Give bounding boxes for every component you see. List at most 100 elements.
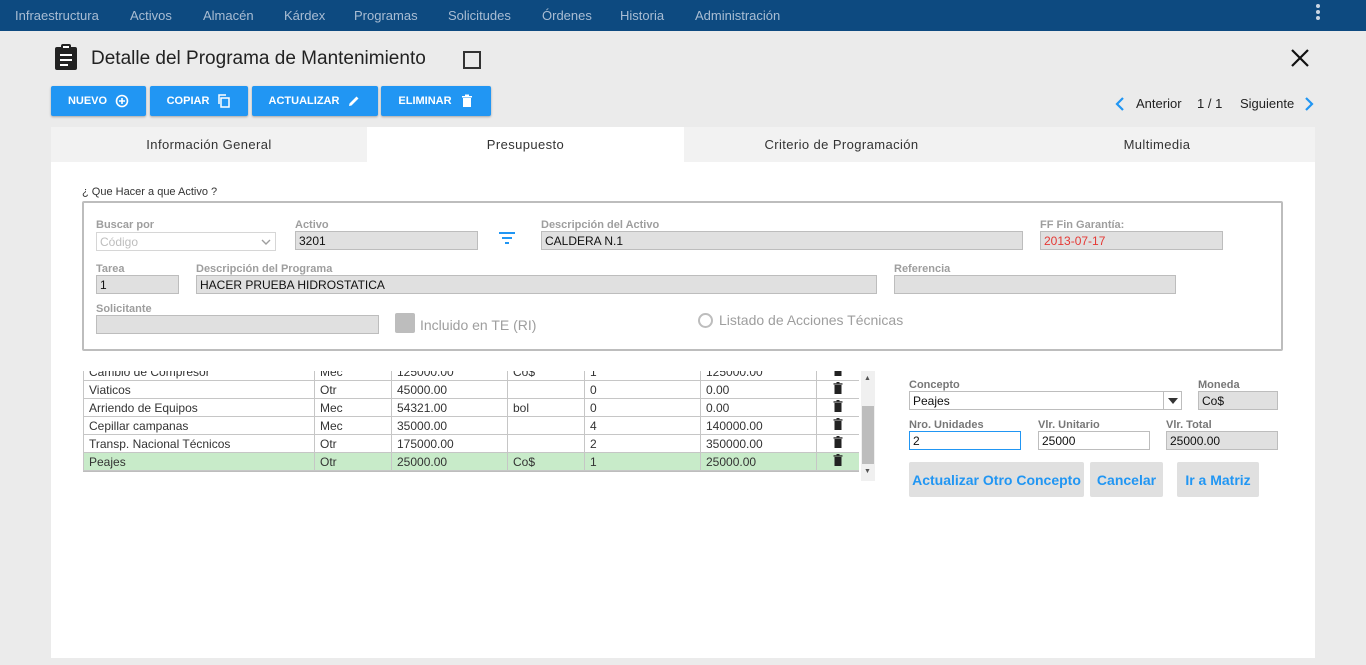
tab-multimedia[interactable]: Multimedia xyxy=(999,127,1315,162)
table-cell: 0.00 xyxy=(700,380,817,399)
concepto-label: Concepto xyxy=(909,379,960,391)
caret-down-icon xyxy=(1168,398,1178,404)
nuevo-label: NUEVO xyxy=(67,95,108,107)
table-cell: 54321.00 xyxy=(391,398,508,417)
activo-label: Activo xyxy=(295,219,329,231)
scroll-up-arrow[interactable]: ▲ xyxy=(864,375,871,382)
incluido-label: Incluido en TE (RI) xyxy=(420,317,537,333)
referencia-field[interactable] xyxy=(894,275,1176,294)
chevron-left-icon[interactable] xyxy=(1114,96,1126,112)
actualizar-concepto-button[interactable]: Actualizar Otro Concepto xyxy=(909,462,1084,497)
pencil-icon xyxy=(349,96,359,106)
table-cell: Transp. Nacional Técnicos xyxy=(83,434,315,453)
table-row[interactable]: Viaticos Otr 45000.00 0 0.00 xyxy=(83,380,859,399)
table-cell: 175000.00 xyxy=(391,434,508,453)
table-cell: 4 xyxy=(584,416,701,435)
nav-item-historia[interactable]: Historia xyxy=(620,8,664,23)
siguiente-link[interactable]: Siguiente xyxy=(1240,96,1294,111)
tab-presupuesto[interactable]: Presupuesto xyxy=(367,127,684,162)
more-vert-icon[interactable] xyxy=(1316,4,1324,24)
desc-programa-label: Descripción del Programa xyxy=(196,263,333,275)
add-circle-icon xyxy=(115,94,129,108)
concepto-dropdown-button[interactable] xyxy=(1163,392,1181,409)
unitario-field[interactable]: 25000 xyxy=(1038,431,1150,450)
table-row[interactable]: Transp. Nacional Técnicos Otr 175000.00 2 35… xyxy=(83,434,859,453)
copiar-button[interactable]: COPIAR xyxy=(150,86,248,116)
chevron-right-icon[interactable] xyxy=(1303,96,1315,112)
total-field[interactable]: 25000.00 xyxy=(1166,431,1278,450)
eliminar-button[interactable]: ELIMINAR xyxy=(381,86,491,116)
table-cell xyxy=(507,416,585,435)
clipboard-icon xyxy=(55,44,77,70)
solicitante-label: Solicitante xyxy=(96,303,152,315)
nav-item-ordenes[interactable]: Órdenes xyxy=(542,8,592,23)
fieldset-legend: ¿ Que Hacer a que Activo ? xyxy=(82,186,218,198)
tarea-field[interactable]: 1 xyxy=(96,275,179,294)
desc-activo-field[interactable]: CALDERA N.1 xyxy=(541,231,1023,250)
eliminar-label: ELIMINAR xyxy=(398,95,452,107)
referencia-label: Referencia xyxy=(894,263,951,275)
concepto-select[interactable]: Peajes xyxy=(909,391,1182,410)
table-cell: Otr xyxy=(314,380,392,399)
trash-icon[interactable] xyxy=(833,454,843,466)
title-checkbox[interactable] xyxy=(463,51,481,69)
unidades-field[interactable]: 2 xyxy=(909,431,1021,450)
listado-label: Listado de Acciones Técnicas xyxy=(719,312,904,328)
tab-criterio-programacion[interactable]: Criterio de Programación xyxy=(684,127,999,162)
table-cell: 2 xyxy=(584,434,701,453)
table-cell: Cambio de Compresor xyxy=(83,371,315,381)
table-row[interactable]: Peajes Otr 25000.00 Co$ 1 25000.00 xyxy=(83,452,859,471)
incluido-checkbox[interactable] xyxy=(395,313,415,333)
table-cell: Otr xyxy=(314,434,392,453)
nav-item-kardex[interactable]: Kárdex xyxy=(284,8,325,23)
moneda-field[interactable]: Co$ xyxy=(1198,391,1278,410)
anterior-link[interactable]: Anterior xyxy=(1136,96,1182,111)
nav-item-almacen[interactable]: Almacén xyxy=(203,8,254,23)
scroll-down-arrow[interactable]: ▼ xyxy=(864,468,871,475)
top-nav: Infraestructura Activos Almacén Kárdex P… xyxy=(0,0,1366,31)
table-row[interactable]: Cambio de Compresor Mec 125000.00 Co$ 1 12500… xyxy=(83,371,859,381)
nav-item-programas[interactable]: Programas xyxy=(354,8,418,23)
nav-item-solicitudes[interactable]: Solicitudes xyxy=(448,8,511,23)
nuevo-button[interactable]: NUEVO xyxy=(51,86,146,116)
table-cell: 0 xyxy=(584,380,701,399)
page-title: Detalle del Programa de Mantenimiento xyxy=(91,48,426,69)
table-cell: 125000.00 xyxy=(700,371,817,381)
trash-icon[interactable] xyxy=(833,418,843,430)
nav-item-activos[interactable]: Activos xyxy=(130,8,172,23)
table-cell: 0 xyxy=(584,398,701,417)
cancelar-button[interactable]: Cancelar xyxy=(1090,462,1163,497)
nav-item-administracion[interactable]: Administración xyxy=(695,8,780,23)
trash-icon[interactable] xyxy=(833,436,843,448)
buscar-por-select[interactable]: Código xyxy=(96,232,276,251)
table-cell-action xyxy=(816,416,859,435)
tab-informacion-general[interactable]: Información General xyxy=(51,127,367,162)
table-cell: 350000.00 xyxy=(700,434,817,453)
solicitante-field[interactable] xyxy=(96,315,379,334)
listado-radio[interactable] xyxy=(698,313,713,328)
actualizar-button[interactable]: ACTUALIZAR xyxy=(252,86,378,116)
trash-icon[interactable] xyxy=(833,400,843,412)
ir-a-matriz-button[interactable]: Ir a Matriz xyxy=(1177,462,1259,497)
table-cell: Arriendo de Equipos xyxy=(83,398,315,417)
copiar-label: COPIAR xyxy=(166,95,210,107)
trash-icon[interactable] xyxy=(833,382,843,394)
scroll-thumb[interactable] xyxy=(862,406,874,464)
trash-icon[interactable] xyxy=(833,371,843,376)
table-cell: Mec xyxy=(314,371,392,381)
table-scrollbar[interactable]: ▲ ▼ xyxy=(861,371,875,481)
table-cell xyxy=(507,380,585,399)
desc-programa-field[interactable]: HACER PRUEBA HIDROSTATICA xyxy=(196,275,877,294)
table-cell: 25000.00 xyxy=(391,452,508,471)
ff-garantia-field[interactable]: 2013-07-17 xyxy=(1040,231,1223,250)
filter-icon[interactable] xyxy=(498,231,516,245)
table-row[interactable]: Cepillar campanas Mec 35000.00 4 140000.00 xyxy=(83,416,859,435)
tarea-label: Tarea xyxy=(96,263,125,275)
nav-item-infraestructura[interactable]: Infraestructura xyxy=(15,8,99,23)
table-cell: 125000.00 xyxy=(391,371,508,381)
table-row[interactable]: Arriendo de Equipos Mec 54321.00 bol 0 0.00 xyxy=(83,398,859,417)
buscar-por-label: Buscar por xyxy=(96,219,155,231)
close-icon[interactable] xyxy=(1288,46,1312,70)
chevron-down-icon xyxy=(261,239,271,245)
activo-field[interactable]: 3201 xyxy=(295,231,478,250)
